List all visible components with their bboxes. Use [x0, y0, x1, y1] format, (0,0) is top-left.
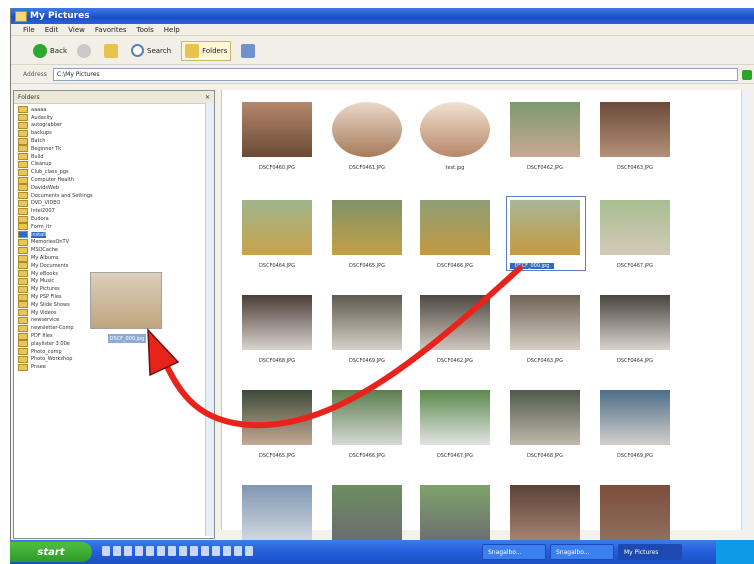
drag-arrow-annotation — [147, 265, 523, 429]
quick-launch-icon[interactable] — [201, 546, 209, 556]
start-button[interactable]: start — [10, 542, 92, 562]
taskbar-item[interactable]: Snagalbo... — [550, 544, 614, 560]
quick-launch-icon[interactable] — [190, 546, 198, 556]
quick-launch — [102, 546, 253, 556]
system-tray — [716, 540, 754, 564]
quick-launch-icon[interactable] — [234, 546, 242, 556]
quick-launch-icon[interactable] — [157, 546, 165, 556]
quick-launch-icon[interactable] — [146, 546, 154, 556]
taskbar: start Snagalbo... Snagalbo... My Picture… — [10, 540, 754, 564]
taskbar-item-active[interactable]: My Pictures — [618, 544, 682, 560]
quick-launch-icon[interactable] — [124, 546, 132, 556]
quick-launch-icon[interactable] — [168, 546, 176, 556]
taskbar-item[interactable]: Snagalbo... — [482, 544, 546, 560]
taskbar-item-label: My Pictures — [624, 548, 659, 556]
taskbar-item-label: Snagalbo... — [556, 548, 590, 556]
quick-launch-icon[interactable] — [223, 546, 231, 556]
quick-launch-icon[interactable] — [113, 546, 121, 556]
taskbar-item-label: Snagalbo... — [488, 548, 522, 556]
quick-launch-icon[interactable] — [212, 546, 220, 556]
quick-launch-icon[interactable] — [102, 546, 110, 556]
quick-launch-icon[interactable] — [135, 546, 143, 556]
quick-launch-icon[interactable] — [245, 546, 253, 556]
quick-launch-icon[interactable] — [179, 546, 187, 556]
